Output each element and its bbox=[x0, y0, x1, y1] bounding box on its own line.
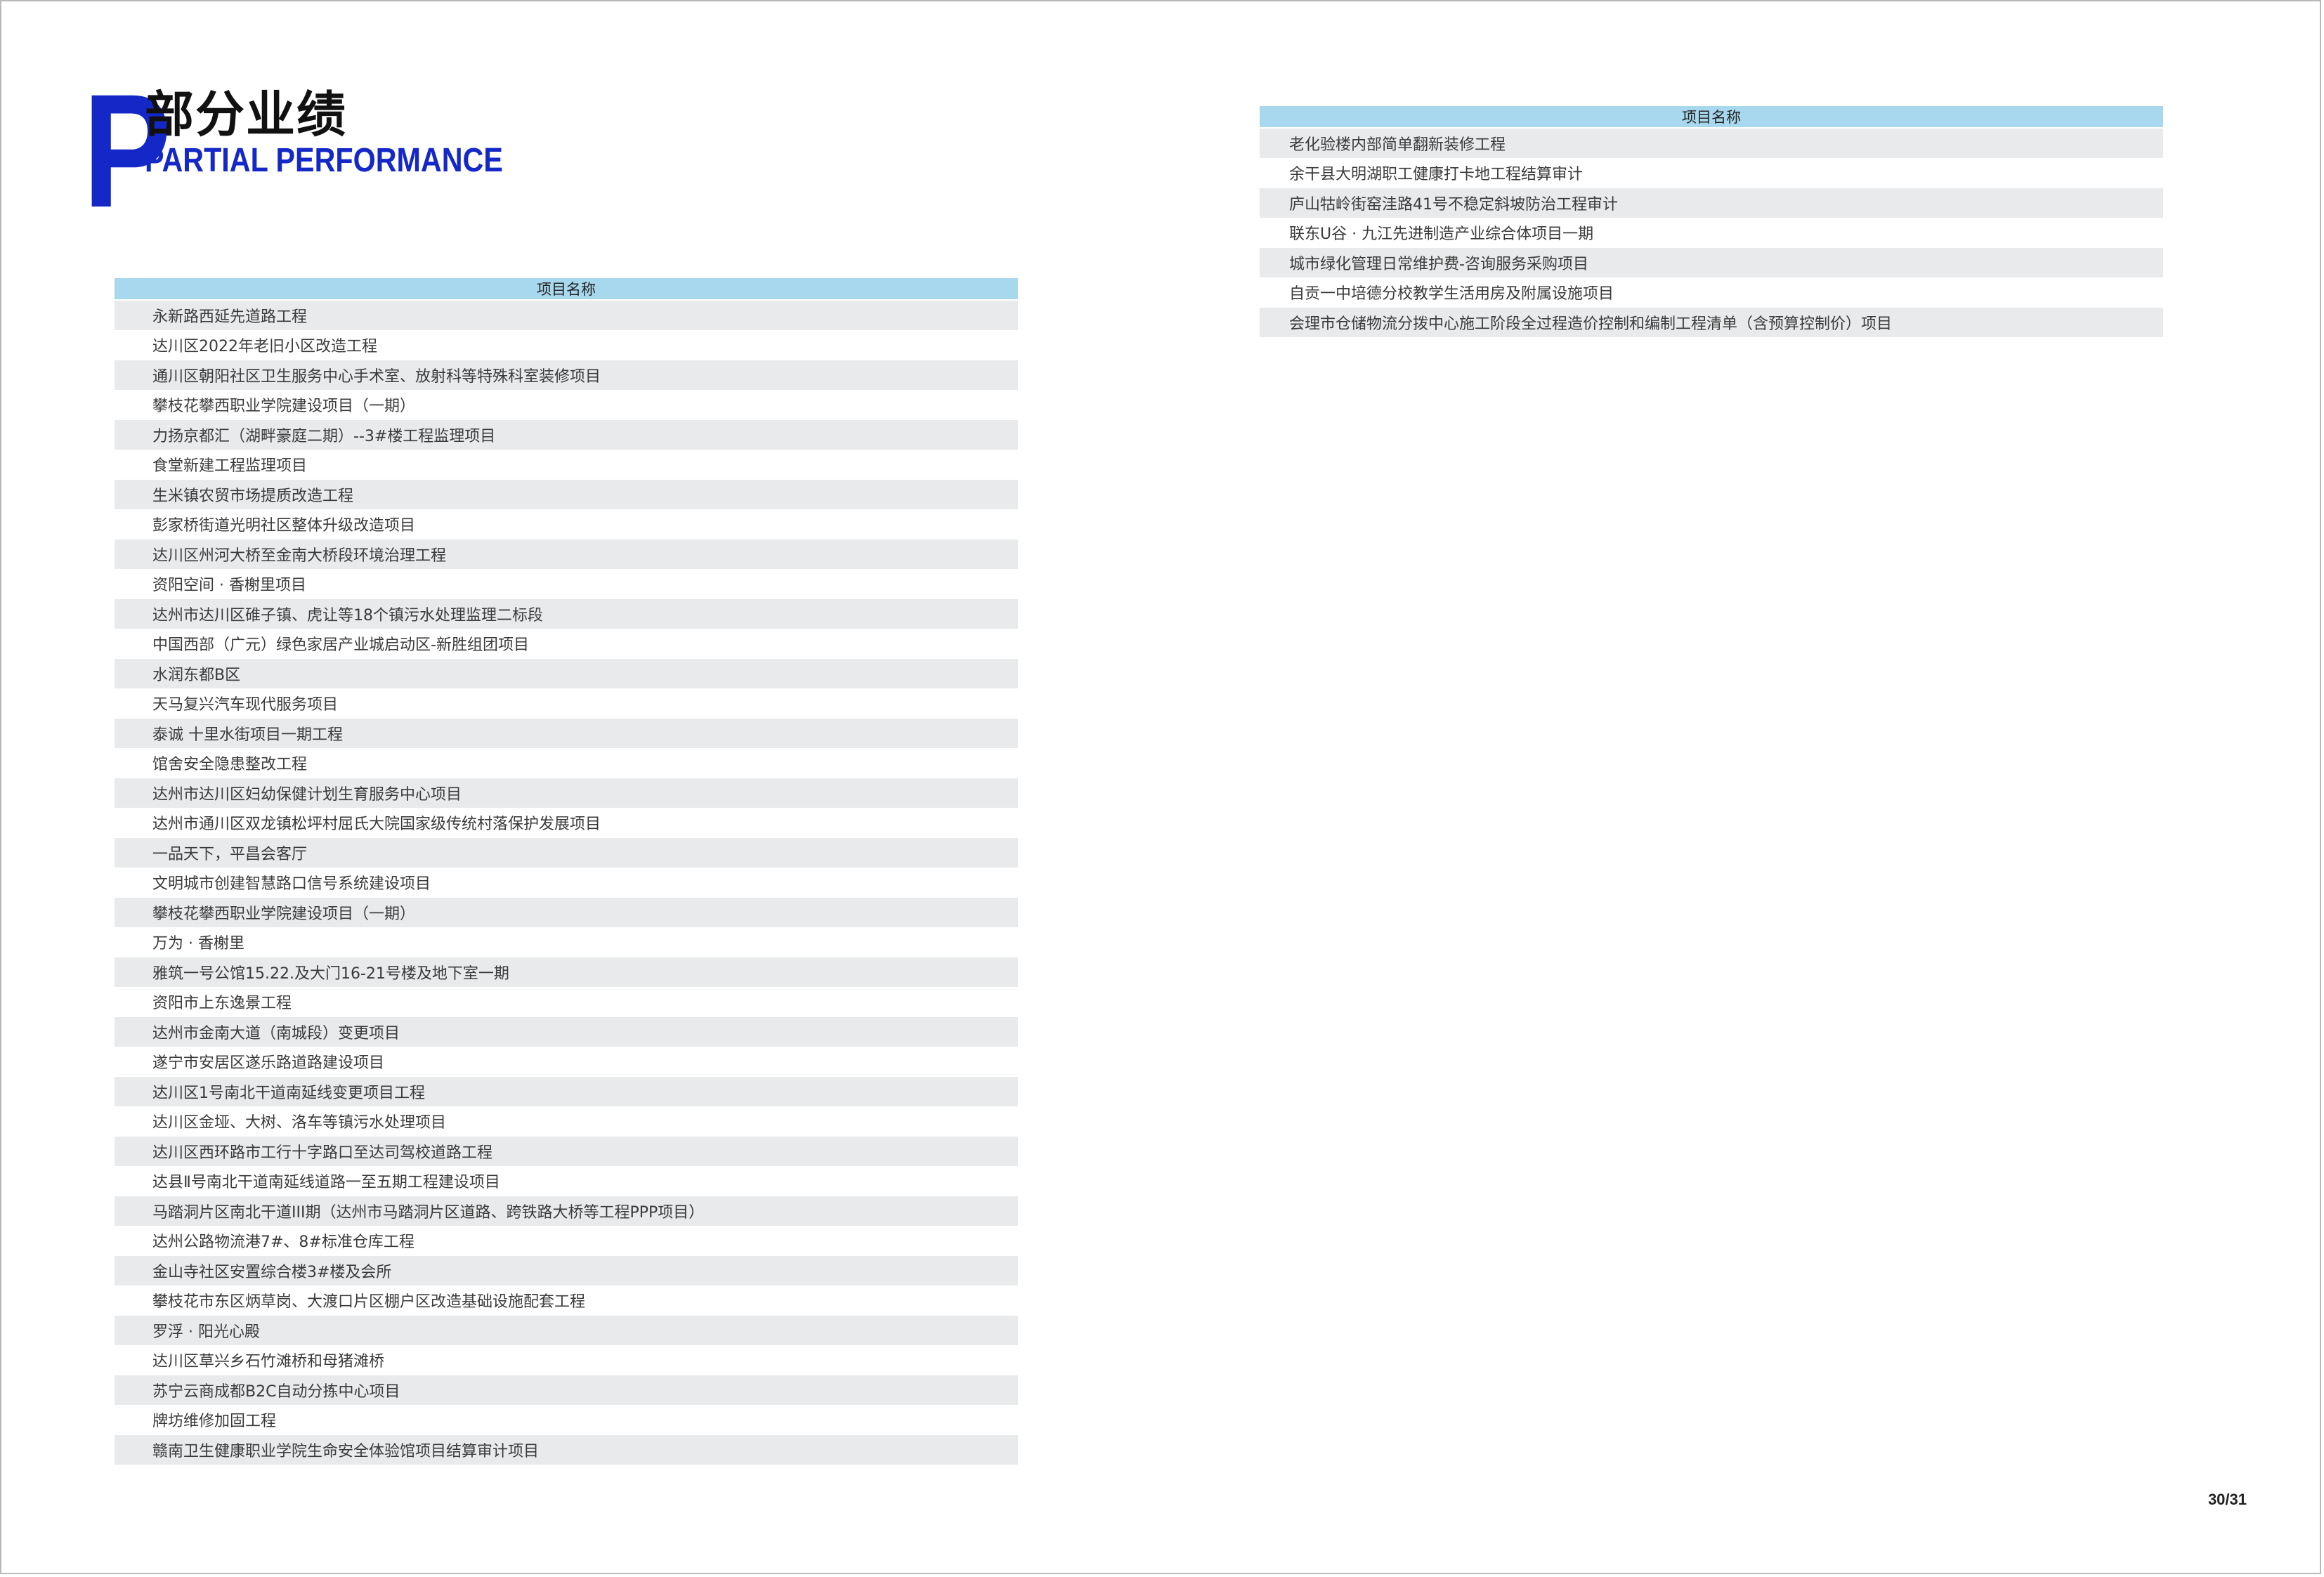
column-header: 项目名称 bbox=[1260, 106, 2163, 129]
table-row: 达州市达川区碓子镇、虎让等18个镇污水处理监理二标段 bbox=[115, 598, 1018, 629]
table-row: 罗浮 · 阳光心殿 bbox=[115, 1315, 1018, 1346]
project-name-cell: 达州市金南大道（南城段）变更项目 bbox=[115, 1016, 1018, 1047]
project-name-cell: 力扬京都汇（湖畔豪庭二期）--3#楼工程监理项目 bbox=[115, 419, 1018, 450]
table-row: 达州市达川区妇幼保健计划生育服务中心项目 bbox=[115, 778, 1018, 809]
page-subtitle: PARTIAL PERFORMANCE bbox=[145, 142, 503, 179]
table-row: 万为 · 香榭里 bbox=[115, 927, 1018, 957]
page-title: 部分业绩 bbox=[145, 86, 347, 143]
table-row: 达县Ⅱ号南北干道南延线道路一至五期工程建设项目 bbox=[115, 1166, 1018, 1196]
project-name-cell: 永新路西延先道路工程 bbox=[115, 300, 1018, 331]
project-name-cell: 联东U谷 · 九江先进制造产业综合体项目一期 bbox=[1260, 218, 2163, 248]
table-row: 攀枝花攀西职业学院建设项目（一期） bbox=[115, 897, 1018, 928]
table-row: 牌坊维修加固工程 bbox=[115, 1405, 1018, 1435]
table-row: 达川区1号南北干道南延线变更项目工程 bbox=[115, 1076, 1018, 1107]
project-name-cell: 余干县大明湖职工健康打卡地工程结算审计 bbox=[1260, 158, 2163, 188]
table-row: 资阳市上东逸景工程 bbox=[115, 987, 1018, 1017]
project-name-cell: 达川区州河大桥至金南大桥段环境治理工程 bbox=[115, 539, 1018, 570]
project-name-cell: 金山寺社区安置综合楼3#楼及会所 bbox=[115, 1255, 1018, 1286]
table-row: 达川区草兴乡石竹滩桥和母猪滩桥 bbox=[115, 1345, 1018, 1375]
table-row: 彭家桥街道光明社区整体升级改造项目 bbox=[115, 509, 1018, 539]
project-name-cell: 达川区金垭、大树、洛车等镇污水处理项目 bbox=[115, 1106, 1018, 1137]
table-row: 联东U谷 · 九江先进制造产业综合体项目一期 bbox=[1260, 218, 2163, 248]
table-row: 会理市仓储物流分拨中心施工阶段全过程造价控制和编制工程清单（含预算控制价）项目 bbox=[1260, 307, 2163, 338]
table-row: 达川区西环路市工行十字路口至达司驾校道路工程 bbox=[115, 1136, 1018, 1167]
project-name-cell: 食堂新建工程监理项目 bbox=[115, 450, 1018, 480]
table-row: 苏宁云商成都B2C自动分拣中心项目 bbox=[115, 1375, 1018, 1406]
table-row: 达州公路物流港7#、8#标准仓库工程 bbox=[115, 1226, 1018, 1256]
table-row: 老化验楼内部简单翻新装修工程 bbox=[1260, 128, 2163, 159]
table-row: 文明城市创建智慧路口信号系统建设项目 bbox=[115, 868, 1018, 898]
table-row: 金山寺社区安置综合楼3#楼及会所 bbox=[115, 1255, 1018, 1286]
project-name-cell: 会理市仓储物流分拨中心施工阶段全过程造价控制和编制工程清单（含预算控制价）项目 bbox=[1260, 307, 2163, 338]
project-name-cell: 资阳市上东逸景工程 bbox=[115, 987, 1018, 1017]
project-name-cell: 中国西部（广元）绿色家居产业城启动区-新胜组团项目 bbox=[115, 629, 1018, 659]
project-name-cell: 老化验楼内部简单翻新装修工程 bbox=[1260, 128, 2163, 159]
project-name-cell: 达川区草兴乡石竹滩桥和母猪滩桥 bbox=[115, 1345, 1018, 1375]
table-row: 达川区金垭、大树、洛车等镇污水处理项目 bbox=[115, 1106, 1018, 1137]
table-row: 食堂新建工程监理项目 bbox=[115, 450, 1018, 480]
project-table-left: 项目名称 永新路西延先道路工程 达川区2022年老旧小区改造工程 通川区朝阳社区卫生… bbox=[115, 278, 1018, 1465]
project-name-cell: 庐山牯岭街窑洼路41号不稳定斜坡防治工程审计 bbox=[1260, 188, 2163, 218]
table-row: 通川区朝阳社区卫生服务中心手术室、放射科等特殊科室装修项目 bbox=[115, 360, 1018, 391]
table-row: 马踏洞片区南北干道III期（达州市马踏洞片区道路、跨铁路大桥等工程PPP项目） bbox=[115, 1196, 1018, 1226]
project-name-cell: 通川区朝阳社区卫生服务中心手术室、放射科等特殊科室装修项目 bbox=[115, 360, 1018, 391]
project-name-cell: 资阳空间 · 香榭里项目 bbox=[115, 569, 1018, 599]
table-row: 泰诚 十里水街项目一期工程 bbox=[115, 718, 1018, 749]
project-name-cell: 城市绿化管理日常维护费-咨询服务采购项目 bbox=[1260, 247, 2163, 278]
project-name-cell: 攀枝花攀西职业学院建设项目（一期） bbox=[115, 390, 1018, 420]
table-row: 遂宁市安居区遂乐路道路建设项目 bbox=[115, 1047, 1018, 1077]
table-row: 达川区州河大桥至金南大桥段环境治理工程 bbox=[115, 539, 1018, 570]
project-name-cell: 达州市通川区双龙镇松坪村屈氏大院国家级传统村落保护发展项目 bbox=[115, 808, 1018, 838]
project-name-cell: 天马复兴汽车现代服务项目 bbox=[115, 688, 1018, 719]
project-name-cell: 罗浮 · 阳光心殿 bbox=[115, 1315, 1018, 1346]
table-row: 达川区2022年老旧小区改造工程 bbox=[115, 330, 1018, 360]
table-row: 水润东都B区 bbox=[115, 658, 1018, 689]
column-header: 项目名称 bbox=[115, 278, 1018, 301]
table-row: 一品天下，平昌会客厅 bbox=[115, 837, 1018, 868]
project-name-cell: 自贡一中培德分校教学生活用房及附属设施项目 bbox=[1260, 277, 2163, 308]
table-row: 达州市通川区双龙镇松坪村屈氏大院国家级传统村落保护发展项目 bbox=[115, 808, 1018, 838]
table-row: 余干县大明湖职工健康打卡地工程结算审计 bbox=[1260, 158, 2163, 188]
table-row: 达州市金南大道（南城段）变更项目 bbox=[115, 1016, 1018, 1047]
project-name-cell: 彭家桥街道光明社区整体升级改造项目 bbox=[115, 509, 1018, 539]
table-row: 雅筑一号公馆15.22.及大门16-21号楼及地下室一期 bbox=[115, 957, 1018, 988]
project-name-cell: 万为 · 香榭里 bbox=[115, 927, 1018, 957]
project-name-cell: 达川区西环路市工行十字路口至达司驾校道路工程 bbox=[115, 1136, 1018, 1167]
project-name-cell: 攀枝花市东区炳草岗、大渡口片区棚户区改造基础设施配套工程 bbox=[115, 1285, 1018, 1316]
project-name-cell: 达川区1号南北干道南延线变更项目工程 bbox=[115, 1076, 1018, 1107]
page-number: 30/31 bbox=[2207, 1491, 2247, 1508]
table-row: 力扬京都汇（湖畔豪庭二期）--3#楼工程监理项目 bbox=[115, 419, 1018, 450]
table-row: 馆舍安全隐患整改工程 bbox=[115, 748, 1018, 778]
table-row: 生米镇农贸市场提质改造工程 bbox=[115, 479, 1018, 510]
table-row: 庐山牯岭街窑洼路41号不稳定斜坡防治工程审计 bbox=[1260, 188, 2163, 218]
project-name-cell: 达县Ⅱ号南北干道南延线道路一至五期工程建设项目 bbox=[115, 1166, 1018, 1196]
project-name-cell: 达州公路物流港7#、8#标准仓库工程 bbox=[115, 1226, 1018, 1256]
project-name-cell: 达川区2022年老旧小区改造工程 bbox=[115, 330, 1018, 360]
table-row: 天马复兴汽车现代服务项目 bbox=[115, 688, 1018, 719]
table-row: 资阳空间 · 香榭里项目 bbox=[115, 569, 1018, 599]
project-name-cell: 苏宁云商成都B2C自动分拣中心项目 bbox=[115, 1375, 1018, 1406]
project-table-right: 项目名称 老化验楼内部简单翻新装修工程 余干县大明湖职工健康打卡地工程结算审计 庐山… bbox=[1260, 106, 2163, 338]
table-row: 永新路西延先道路工程 bbox=[115, 300, 1018, 331]
table-row: 自贡一中培德分校教学生活用房及附属设施项目 bbox=[1260, 277, 2163, 308]
project-name-cell: 馆舍安全隐患整改工程 bbox=[115, 748, 1018, 778]
project-name-cell: 一品天下，平昌会客厅 bbox=[115, 837, 1018, 868]
table-row: 城市绿化管理日常维护费-咨询服务采购项目 bbox=[1260, 247, 2163, 278]
project-name-cell: 泰诚 十里水街项目一期工程 bbox=[115, 718, 1018, 749]
project-name-cell: 牌坊维修加固工程 bbox=[115, 1405, 1018, 1435]
project-name-cell: 攀枝花攀西职业学院建设项目（一期） bbox=[115, 897, 1018, 928]
project-name-cell: 赣南卫生健康职业学院生命安全体验馆项目结算审计项目 bbox=[115, 1434, 1018, 1465]
project-name-cell: 达州市达川区碓子镇、虎让等18个镇污水处理监理二标段 bbox=[115, 598, 1018, 629]
table-row: 攀枝花市东区炳草岗、大渡口片区棚户区改造基础设施配套工程 bbox=[115, 1285, 1018, 1316]
project-name-cell: 水润东都B区 bbox=[115, 658, 1018, 689]
table-row: 中国西部（广元）绿色家居产业城启动区-新胜组团项目 bbox=[115, 629, 1018, 659]
project-name-cell: 达州市达川区妇幼保健计划生育服务中心项目 bbox=[115, 778, 1018, 809]
project-name-cell: 文明城市创建智慧路口信号系统建设项目 bbox=[115, 868, 1018, 898]
table-row: 攀枝花攀西职业学院建设项目（一期） bbox=[115, 390, 1018, 420]
project-name-cell: 生米镇农贸市场提质改造工程 bbox=[115, 479, 1018, 510]
project-name-cell: 遂宁市安居区遂乐路道路建设项目 bbox=[115, 1047, 1018, 1077]
project-name-cell: 雅筑一号公馆15.22.及大门16-21号楼及地下室一期 bbox=[115, 957, 1018, 988]
table-row: 赣南卫生健康职业学院生命安全体验馆项目结算审计项目 bbox=[115, 1434, 1018, 1465]
project-name-cell: 马踏洞片区南北干道III期（达州市马踏洞片区道路、跨铁路大桥等工程PPP项目） bbox=[115, 1196, 1018, 1226]
